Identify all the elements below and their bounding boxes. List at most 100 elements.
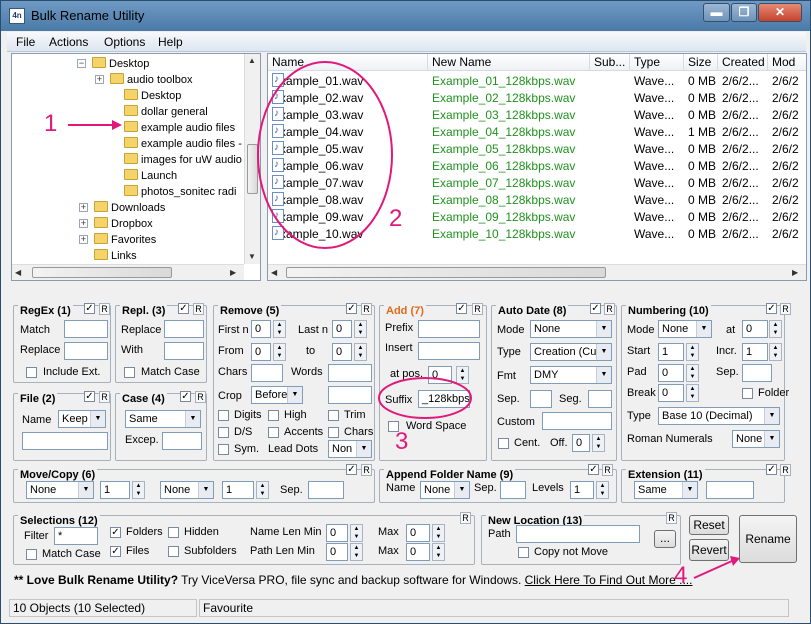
replace-reset-button[interactable]: R <box>193 303 204 315</box>
folder-checkbox[interactable] <box>742 388 753 399</box>
ds-checkbox[interactable] <box>218 427 229 438</box>
from-input[interactable]: 0 <box>251 343 271 361</box>
move-copy-count2-input[interactable]: 1 <box>222 481 254 499</box>
case-select[interactable]: Same <box>125 410 201 428</box>
files-checkbox[interactable]: ✓ <box>110 546 121 557</box>
scroll-right-icon[interactable]: ▶ <box>792 268 798 277</box>
path-len-min-input[interactable]: 0 <box>326 543 348 561</box>
regex-enable-checkbox[interactable]: ✓ <box>84 303 95 314</box>
excep-input[interactable] <box>162 432 202 450</box>
auto-date-enable-checkbox[interactable]: ✓ <box>590 303 601 314</box>
tree-item[interactable]: − Desktop <box>77 56 149 72</box>
copy-not-move-checkbox[interactable] <box>518 547 529 558</box>
list-hscroll-thumb[interactable] <box>286 267 606 278</box>
file-row[interactable]: Example_05.wav Example_05_128kbps.wav Wave… <box>268 141 806 158</box>
file-row[interactable]: Example_02.wav Example_02_128kbps.wav Wave… <box>268 90 806 107</box>
at-pos-spinner[interactable]: ▲ ▼ <box>456 366 469 384</box>
move-copy-mode-select[interactable]: None <box>26 481 94 499</box>
path-len-min-spinner[interactable]: ▲ ▼ <box>350 543 363 561</box>
pad-input[interactable]: 0 <box>658 364 684 382</box>
maximize-button[interactable]: ❐ <box>731 3 757 22</box>
tree-item[interactable]: images for uW audio <box>124 152 242 168</box>
incr-spinner[interactable]: ▲ ▼ <box>769 343 782 361</box>
extension-input[interactable] <box>706 481 754 499</box>
regex-reset-button[interactable]: R <box>99 303 110 315</box>
digits-checkbox[interactable] <box>218 410 229 421</box>
crop-input[interactable] <box>328 386 372 404</box>
add-reset-button[interactable]: R <box>472 303 483 315</box>
move-copy-mode2-select[interactable]: None <box>160 481 214 499</box>
append-folder-sep-input[interactable] <box>500 481 526 499</box>
start-input[interactable]: 1 <box>658 343 684 361</box>
file-reset-button[interactable]: R <box>99 391 110 403</box>
column-header-name[interactable]: Name <box>268 54 428 71</box>
last-n-spinner[interactable]: ▲ ▼ <box>354 320 367 338</box>
words-input[interactable] <box>328 364 372 382</box>
file-enable-checkbox[interactable]: ✓ <box>84 391 95 402</box>
replace-match-case-checkbox[interactable] <box>124 367 135 378</box>
regex-match-input[interactable] <box>64 320 108 338</box>
minimize-button[interactable]: ▬ <box>703 3 730 22</box>
break-spinner[interactable]: ▲ ▼ <box>686 384 699 402</box>
reset-button[interactable]: Reset <box>689 515 729 535</box>
prefix-input[interactable] <box>418 320 480 338</box>
column-header-size[interactable]: Size <box>684 54 718 71</box>
scroll-up-icon[interactable]: ▲ <box>248 56 256 65</box>
path-max-input[interactable]: 0 <box>406 543 430 561</box>
replace-enable-checkbox[interactable]: ✓ <box>178 303 189 314</box>
rename-button[interactable]: Rename <box>739 515 797 563</box>
extension-reset-button[interactable]: R <box>780 464 791 476</box>
with-input[interactable] <box>164 342 204 360</box>
new-location-reset-button[interactable]: R <box>666 512 677 524</box>
name-len-min-spinner[interactable]: ▲ ▼ <box>350 524 363 542</box>
tree-vscroll-thumb[interactable] <box>247 144 258 194</box>
scroll-left-icon[interactable]: ◀ <box>15 268 21 277</box>
replace-input[interactable] <box>164 320 204 338</box>
column-header-new-name[interactable]: New Name <box>428 54 590 71</box>
regex-replace-input[interactable] <box>64 342 108 360</box>
numbering-type-select[interactable]: Base 10 (Decimal) <box>658 407 780 425</box>
file-list[interactable]: Name New Name Sub... Type Size Created M… <box>267 53 807 281</box>
tree-item[interactable]: Desktop <box>124 88 181 104</box>
auto-date-type-select[interactable]: Creation (Cur <box>530 343 612 361</box>
chars-checkbox[interactable] <box>328 427 339 438</box>
menu-help[interactable]: Help <box>158 35 183 49</box>
first-n-input[interactable]: 0 <box>251 320 271 338</box>
subfolders-checkbox[interactable] <box>168 546 179 557</box>
file-row[interactable]: Example_04.wav Example_04_128kbps.wav Wave… <box>268 124 806 141</box>
folders-checkbox[interactable]: ✓ <box>110 527 121 538</box>
at-pos-input[interactable]: 0 <box>428 366 452 384</box>
append-folder-enable-checkbox[interactable]: ✓ <box>588 464 599 475</box>
numbering-reset-button[interactable]: R <box>780 303 791 315</box>
name-len-min-input[interactable]: 0 <box>326 524 348 542</box>
tree-item[interactable]: example audio files <box>124 120 235 136</box>
include-ext-checkbox[interactable] <box>26 367 37 378</box>
trim-checkbox[interactable] <box>328 410 339 421</box>
column-header-modified[interactable]: Mod <box>768 54 806 71</box>
tree-item[interactable]: Launch <box>124 168 177 184</box>
tree-item[interactable]: + Favorites <box>79 232 156 248</box>
move-copy-sep-input[interactable] <box>308 481 344 499</box>
tree-hscroll-thumb[interactable] <box>32 267 172 278</box>
last-n-input[interactable]: 0 <box>332 320 352 338</box>
title-bar[interactable]: 4n Bulk Rename Utility ▬ ❐ ✕ <box>1 1 810 31</box>
high-checkbox[interactable] <box>268 410 279 421</box>
expand-icon[interactable]: + <box>79 235 88 244</box>
column-header-type[interactable]: Type <box>630 54 684 71</box>
file-row[interactable]: Example_07.wav Example_07_128kbps.wav Wave… <box>268 175 806 192</box>
append-folder-reset-button[interactable]: R <box>602 464 613 476</box>
tree-item[interactable]: + audio toolbox <box>95 72 192 88</box>
file-name-input[interactable] <box>22 432 108 450</box>
list-horizontal-scrollbar[interactable]: ◀ ▶ <box>268 264 806 280</box>
extension-select[interactable]: Same <box>634 481 698 499</box>
append-folder-name-select[interactable]: None <box>420 481 470 499</box>
move-copy-count-input[interactable]: 1 <box>100 481 130 499</box>
custom-input[interactable] <box>542 412 612 430</box>
tree-item[interactable]: dollar general <box>124 104 208 120</box>
tree-horizontal-scrollbar[interactable]: ◀ ▶ <box>12 264 244 280</box>
scroll-right-icon[interactable]: ▶ <box>230 268 236 277</box>
to-spinner[interactable]: ▲ ▼ <box>354 343 367 361</box>
extension-enable-checkbox[interactable]: ✓ <box>766 464 777 475</box>
column-header-sub[interactable]: Sub... <box>590 54 630 71</box>
selections-reset-button[interactable]: R <box>460 512 471 524</box>
